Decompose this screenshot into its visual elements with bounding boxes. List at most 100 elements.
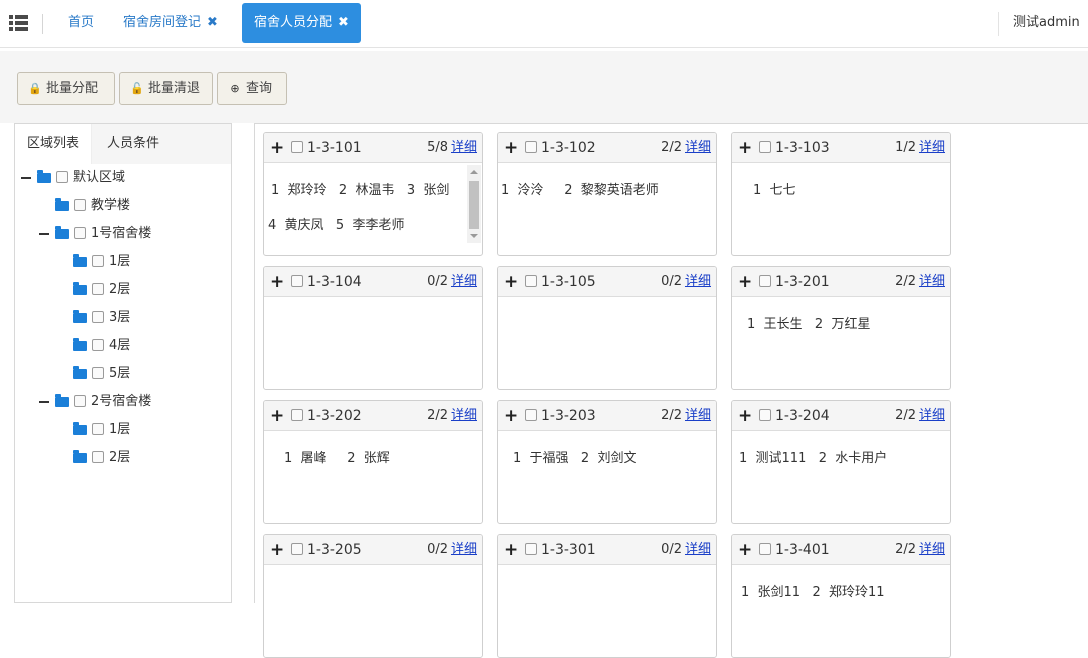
room-checkbox[interactable] <box>525 275 537 287</box>
menu-icon[interactable] <box>9 15 28 31</box>
user-menu[interactable]: 测试admin <box>1013 0 1080 46</box>
folder-icon <box>37 169 51 183</box>
room-detail-link[interactable]: 详细 <box>451 133 477 163</box>
room-checkbox[interactable] <box>759 409 771 421</box>
query-button[interactable]: ⊕ 查询 <box>217 72 287 105</box>
tree-node[interactable]: 2层 <box>73 280 130 300</box>
room-occupancy: 0/2 <box>427 542 448 557</box>
add-icon[interactable]: + <box>270 406 284 426</box>
checkbox[interactable] <box>74 394 86 407</box>
close-icon[interactable]: ✖ <box>207 15 218 30</box>
folder-icon <box>73 449 87 463</box>
room-header: + 1-3-103 1/2 详细 <box>732 133 950 163</box>
tree-node[interactable]: 5层 <box>73 364 130 384</box>
toolbar: 🔒 批量分配 🔓 批量清退 ⊕ 查询 <box>0 51 1088 123</box>
room-detail-link[interactable]: 详细 <box>919 133 945 163</box>
room-header: + 1-3-104 0/2 详细 <box>264 267 482 297</box>
room-occupancy: 0/2 <box>661 542 682 557</box>
room-checkbox[interactable] <box>291 543 303 555</box>
room-detail-link[interactable]: 详细 <box>685 535 711 565</box>
add-icon[interactable]: + <box>504 540 518 560</box>
room-header: + 1-3-203 2/2 详细 <box>498 401 716 431</box>
add-icon[interactable]: + <box>270 540 284 560</box>
room-card: + 1-3-204 2/2 详细 1 测试111 2 水卡用户 <box>731 400 951 524</box>
tree-node-label: 默认区域 <box>73 170 126 185</box>
tab-room-registration[interactable]: 宿舍房间登记 ✖ <box>123 0 218 48</box>
occupant-line: 1 于福强 2 刘剑文 <box>513 451 637 466</box>
tree-node[interactable]: 默认区域 <box>21 168 125 188</box>
add-icon[interactable]: + <box>504 272 518 292</box>
add-icon[interactable]: + <box>738 540 752 560</box>
room-checkbox[interactable] <box>525 543 537 555</box>
room-detail-link[interactable]: 详细 <box>919 535 945 565</box>
room-checkbox[interactable] <box>291 275 303 287</box>
room-name: 1-3-401 <box>775 542 830 558</box>
add-icon[interactable]: + <box>504 138 518 158</box>
checkbox[interactable] <box>92 254 104 267</box>
room-name: 1-3-202 <box>307 408 362 424</box>
checkbox[interactable] <box>56 170 68 183</box>
add-icon[interactable]: + <box>738 138 752 158</box>
checkbox[interactable] <box>74 198 86 211</box>
occupant-line: 4 黄庆凤 5 李李老师 <box>268 218 405 233</box>
tab-home[interactable]: 首页 <box>68 0 94 48</box>
collapse-icon[interactable] <box>39 400 49 403</box>
room-detail-link[interactable]: 详细 <box>685 401 711 431</box>
room-checkbox[interactable] <box>759 275 771 287</box>
collapse-icon[interactable] <box>21 176 31 179</box>
add-icon[interactable]: + <box>738 406 752 426</box>
add-icon[interactable]: + <box>504 406 518 426</box>
tree-node-label: 4层 <box>109 338 131 353</box>
room-detail-link[interactable]: 详细 <box>451 401 477 431</box>
tree-node[interactable]: 4层 <box>73 336 130 356</box>
checkbox[interactable] <box>92 450 104 463</box>
batch-assign-button[interactable]: 🔒 批量分配 <box>17 72 115 105</box>
tree-node[interactable]: 3层 <box>73 308 130 328</box>
room-detail-link[interactable]: 详细 <box>919 401 945 431</box>
tree-node[interactable]: 1号宿舍楼 <box>39 224 151 244</box>
room-occupancy: 2/2 <box>895 408 916 423</box>
scrollbar[interactable] <box>467 165 481 243</box>
folder-icon <box>55 225 69 239</box>
batch-clear-button[interactable]: 🔓 批量清退 <box>119 72 213 105</box>
checkbox[interactable] <box>92 422 104 435</box>
add-icon[interactable]: + <box>738 272 752 292</box>
room-card: + 1-3-203 2/2 详细 1 于福强 2 刘剑文 <box>497 400 717 524</box>
room-checkbox[interactable] <box>525 141 537 153</box>
checkbox[interactable] <box>92 310 104 323</box>
tree-node[interactable]: 教学楼 <box>55 196 130 216</box>
room-checkbox[interactable] <box>291 409 303 421</box>
occupant-line: 1 郑玲玲 2 林温韦 3 张剑 <box>271 183 450 198</box>
collapse-icon[interactable] <box>39 232 49 235</box>
room-detail-link[interactable]: 详细 <box>685 133 711 163</box>
room-detail-link[interactable]: 详细 <box>451 267 477 297</box>
tab-dorm-assignment[interactable]: 宿舍人员分配 ✖ <box>242 3 361 43</box>
tab-person-conditions[interactable]: 人员条件 <box>107 124 159 164</box>
checkbox[interactable] <box>92 282 104 295</box>
room-checkbox[interactable] <box>759 543 771 555</box>
close-icon[interactable]: ✖ <box>338 15 349 30</box>
tree-node-label: 教学楼 <box>91 198 131 213</box>
room-checkbox[interactable] <box>759 141 771 153</box>
folder-icon <box>55 393 69 407</box>
checkbox[interactable] <box>74 226 86 239</box>
tree-node[interactable]: 2号宿舍楼 <box>39 392 151 412</box>
room-detail-link[interactable]: 详细 <box>451 535 477 565</box>
tree-node-label: 1号宿舍楼 <box>91 226 152 241</box>
add-icon[interactable]: + <box>270 272 284 292</box>
room-name: 1-3-102 <box>541 140 596 156</box>
room-checkbox[interactable] <box>525 409 537 421</box>
room-detail-link[interactable]: 详细 <box>919 267 945 297</box>
add-icon[interactable]: + <box>270 138 284 158</box>
tree-node[interactable]: 1层 <box>73 420 130 440</box>
checkbox[interactable] <box>92 366 104 379</box>
room-header: + 1-3-205 0/2 详细 <box>264 535 482 565</box>
tab-region-list[interactable]: 区域列表 <box>15 124 92 164</box>
tree-node[interactable]: 1层 <box>73 252 130 272</box>
room-checkbox[interactable] <box>291 141 303 153</box>
room-detail-link[interactable]: 详细 <box>685 267 711 297</box>
room-header: + 1-3-201 2/2 详细 <box>732 267 950 297</box>
room-header: + 1-3-301 0/2 详细 <box>498 535 716 565</box>
tree-node[interactable]: 2层 <box>73 448 130 468</box>
checkbox[interactable] <box>92 338 104 351</box>
